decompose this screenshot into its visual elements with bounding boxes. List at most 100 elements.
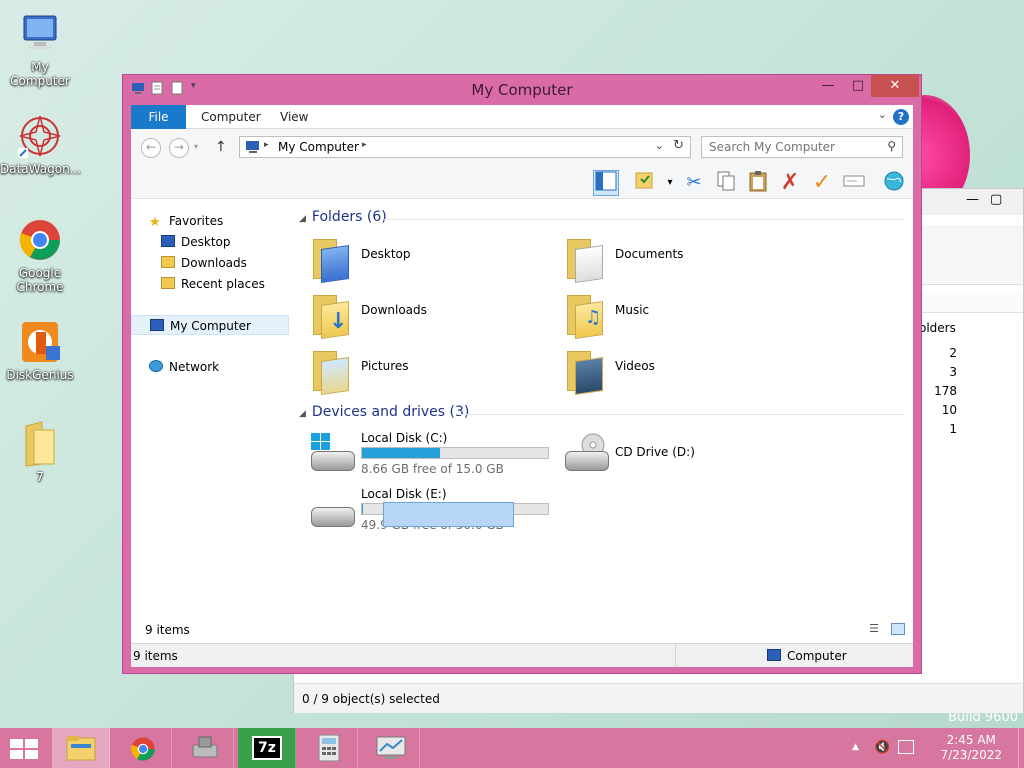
taskbar-calculator[interactable] [300,728,358,768]
dropdown-icon[interactable]: ▾ [657,170,683,196]
downloads-folder-icon: ↓ [311,291,351,339]
network-status-icon[interactable] [898,740,914,754]
desktop-icon-chrome[interactable]: Google Chrome [0,216,80,294]
chrome-icon [131,737,155,761]
taskbar-7zip[interactable]: 7z [238,728,296,768]
ribbon-tabs: File Computer View ⌄ ? [131,105,913,129]
folder-tile-desktop[interactable]: Desktop [309,235,509,287]
taskbar: 7z ▲ 🔇 2:45 AM 7/23/2022 [0,728,1024,768]
desktop-icon-folder-7[interactable]: 7 [0,420,80,484]
search-input[interactable] [709,137,879,157]
folder-tile-downloads[interactable]: ↓ Downloads [309,291,509,343]
folder-tile-videos[interactable]: Videos [563,347,763,399]
address-bar[interactable]: ▸ My Computer ▸ ⌄ ↻ [239,136,691,158]
paste-icon[interactable] [745,170,771,196]
copy-icon[interactable] [713,170,739,196]
folders-group-header[interactable]: ◢ Folders (6) [299,209,387,225]
minimize-icon[interactable]: — [966,192,979,207]
selection-rectangle [383,502,514,527]
preview-pane-icon[interactable] [593,170,619,196]
computer-small-icon [767,649,781,661]
minimize-button[interactable]: — [813,75,843,97]
address-path[interactable]: My Computer [278,140,359,154]
taskbar-usb-tool[interactable] [176,728,234,768]
drives-group-header[interactable]: ◢ Devices and drives (3) [299,404,469,420]
globe-icon[interactable] [881,170,907,196]
nav-label: Network [169,360,220,374]
back-button[interactable]: ← [141,138,161,158]
volume-muted-icon[interactable]: 🔇 [874,740,890,755]
refresh-icon[interactable]: ↻ [673,138,684,153]
breadcrumb-chevron-icon[interactable]: ▸ [362,140,367,150]
folder-name: Pictures [361,359,409,373]
folder-tile-documents[interactable]: Documents [563,235,763,287]
datawagon-icon [16,112,64,160]
show-hidden-icons-icon[interactable]: ▲ [852,742,859,752]
disk-usage-bar [361,447,549,459]
taskbar-chrome[interactable] [114,728,172,768]
cut-icon[interactable]: ✂ [681,170,707,196]
forward-button[interactable]: → [169,138,189,158]
column-header-folders[interactable]: olders [919,321,956,335]
computer-small-icon [245,140,261,157]
recent-places-icon [161,277,175,289]
folder-tile-music[interactable]: ♫ Music [563,291,763,343]
recent-locations-icon[interactable]: ▾ [194,142,198,151]
nav-label: Recent places [181,277,265,291]
maximize-button[interactable]: □ [843,75,873,97]
folder-count: 1 [949,422,957,436]
collapse-group-icon[interactable]: ◢ [299,214,306,224]
search-box[interactable]: ⚲ [701,136,903,158]
search-icon[interactable]: ⚲ [887,139,896,153]
start-button[interactable] [10,739,38,759]
folder-options-icon[interactable] [631,170,657,196]
nav-my-computer[interactable]: My Computer [131,315,289,335]
hard-drive-icon [309,433,357,473]
details-view-icon[interactable]: ☰ [869,622,879,635]
large-icons-view-icon[interactable] [891,623,905,635]
explorer-window[interactable]: ▾ My Computer — □ ✕ File Computer View ⌄… [122,74,922,674]
drive-tile-c[interactable]: Local Disk (C:) 8.66 GB free of 15.0 GB [309,431,559,481]
system-clock[interactable]: 2:45 AM 7/23/2022 [940,733,1002,763]
title-bar[interactable]: ▾ My Computer — □ ✕ [123,75,921,105]
drive-name: Local Disk (E:) [361,487,447,501]
folder-name: Downloads [361,303,427,317]
maximize-icon[interactable]: ▢ [990,192,1002,207]
desktop-icon-my-computer[interactable]: My Computer [0,10,80,88]
delete-icon[interactable]: ✗ [777,170,803,196]
rename-icon[interactable] [841,170,867,196]
breadcrumb-separator-icon[interactable]: ▸ [264,140,269,150]
star-icon: ★ [149,215,161,230]
close-button[interactable]: ✕ [871,75,919,97]
nav-downloads[interactable]: Downloads [161,253,247,273]
help-icon[interactable]: ? [893,109,909,125]
taskbar-file-explorer[interactable] [52,728,110,768]
tab-view[interactable]: View [266,105,322,129]
tab-file[interactable]: File [131,105,186,129]
folder-count: 2 [949,346,957,360]
desktop-icon-label: 7 [36,470,44,484]
up-button[interactable]: ↑ [215,139,227,155]
nav-recent-places[interactable]: Recent places [161,274,265,294]
folder-name: Videos [615,359,655,373]
collapse-group-icon[interactable]: ◢ [299,409,306,419]
7zip-icon: 7z [252,736,282,760]
pictures-folder-icon [311,347,351,395]
desktop-icon-datawagon[interactable]: DataWagon... [0,112,81,176]
drive-tile-d[interactable]: CD Drive (D:) [563,431,763,481]
nav-favorites[interactable]: ★ Favorites [149,211,223,231]
ribbon-expand-icon[interactable]: ⌄ [878,108,887,121]
nav-desktop[interactable]: Desktop [161,232,231,252]
address-dropdown-icon[interactable]: ⌄ [655,139,664,152]
group-title: Devices and drives (3) [311,404,470,420]
tab-computer[interactable]: Computer [187,105,275,129]
show-desktop-button[interactable] [1018,728,1024,768]
desktop-icon-diskgenius[interactable]: DiskGenius [0,318,80,382]
folder-tile-pictures[interactable]: Pictures [309,347,509,399]
taskbar-system-tool[interactable] [362,728,420,768]
chrome-icon [16,216,64,264]
apply-icon[interactable]: ✓ [809,170,835,196]
nav-network[interactable]: Network [149,357,219,377]
folder-count: 10 [941,403,957,417]
status-divider [675,644,676,667]
